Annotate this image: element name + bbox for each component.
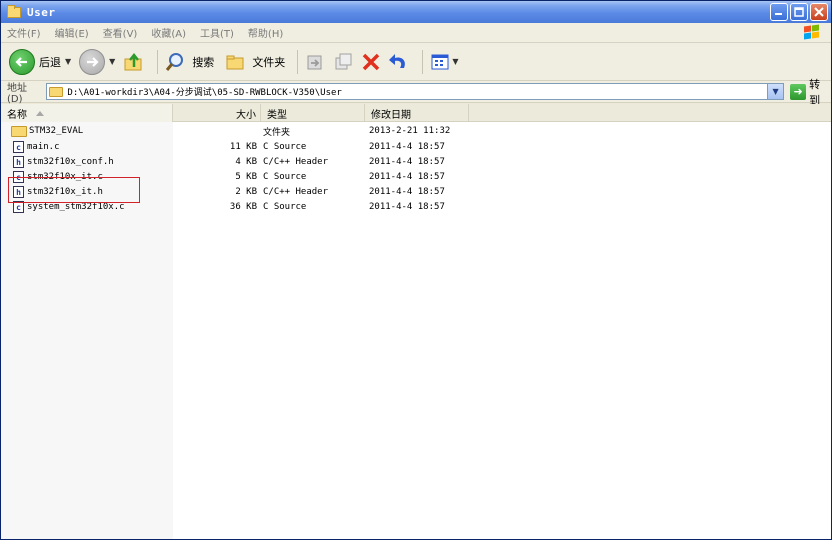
up-folder-icon [124,52,142,70]
back-label[interactable]: 后退 [39,54,61,70]
forward-dropdown-icon[interactable]: ▼ [109,57,115,66]
address-label: 地址(D) [7,82,27,105]
file-modified: 2011-4-4 18:57 [369,172,445,182]
list-item[interactable]: c main.c 11 KB C Source 2011-4-4 18:57 [1,139,831,155]
file-type: C Source [263,202,307,212]
sort-ascending-icon [36,111,44,116]
address-input[interactable]: D:\A01-workdir3\A04-分步调试\05-SD-RWBLOCK-V… [46,83,785,100]
column-header-row: 名称 大小 类型 修改日期 [1,104,831,122]
column-name-label: 名称 [7,109,27,121]
delete-icon [363,53,380,70]
forward-button[interactable] [79,48,106,75]
minimize-button[interactable] [770,3,788,21]
file-size: 2 KB [235,187,257,197]
file-name: stm32f10x_conf.h [27,157,114,167]
toolbar-separator [297,49,299,74]
file-type: C/C++ Header [263,157,329,167]
back-button[interactable] [9,48,35,75]
delete-button[interactable] [360,51,382,73]
move-to-icon [307,55,322,69]
views-button[interactable] [429,51,451,73]
toolbar: 后退 ▼ ▼ 搜索 文件夹 ▼ [1,43,831,81]
file-modified: 2011-4-4 18:57 [369,187,445,197]
folders-icon [226,55,244,69]
menu-edit[interactable]: 编辑(E) [55,25,89,40]
search-icon [166,52,184,71]
close-button[interactable] [810,3,828,21]
file-modified: 2011-4-4 18:57 [369,142,445,152]
file-modified: 2011-4-4 18:57 [369,202,445,212]
header-file-icon: h [13,156,24,168]
file-modified: 2013-2-21 11:32 [369,126,451,136]
file-type: C Source [263,142,307,152]
c-source-file-icon: c [13,141,24,153]
highlight-annotation-box [8,177,140,203]
go-button[interactable]: ➜ 转到 [790,76,831,108]
column-header-size[interactable]: 大小 [173,104,261,122]
column-modified-label: 修改日期 [371,109,411,121]
menu-bar: 文件(F) 编辑(E) 查看(V) 收藏(A) 工具(T) 帮助(H) [1,23,831,43]
forward-arrow-icon [87,56,99,67]
file-type: 文件夹 [263,127,291,138]
folders-button[interactable]: 文件夹 [252,54,285,70]
up-folder-button[interactable] [123,51,145,73]
folder-icon [7,4,21,18]
minimize-icon [775,13,782,15]
search-button[interactable]: 搜索 [192,54,214,70]
file-name: system_stm32f10x.c [27,202,125,212]
undo-icon [389,53,406,68]
file-size: 5 KB [235,172,257,182]
menu-favorites[interactable]: 收藏(A) [151,25,186,40]
address-bar: 地址(D) D:\A01-workdir3\A04-分步调试\05-SD-RWB… [1,78,831,107]
go-label[interactable]: 转到 [809,76,831,108]
title-bar[interactable]: User [1,1,831,23]
address-path[interactable]: D:\A01-workdir3\A04-分步调试\05-SD-RWBLOCK-V… [67,85,341,98]
back-dropdown-icon[interactable]: ▼ [65,57,71,66]
move-to-button[interactable] [304,51,326,73]
copy-to-icon [335,53,352,69]
file-name: main.c [27,142,60,152]
views-icon [431,54,449,69]
maximize-button[interactable] [790,3,808,21]
menu-help[interactable]: 帮助(H) [248,25,283,40]
list-item[interactable]: h stm32f10x_conf.h 4 KB C/C++ Header 201… [1,154,831,170]
list-item[interactable]: STM32_EVAL 文件夹 2013-2-21 11:32 [1,123,831,139]
address-dropdown-button[interactable]: ▼ [767,84,784,99]
views-dropdown-icon[interactable]: ▼ [452,57,458,66]
menu-file[interactable]: 文件(F) [7,25,41,40]
file-size: 4 KB [235,157,257,167]
window-title: User [27,5,56,19]
column-header-name[interactable]: 名称 [1,104,173,122]
explorer-window: User 文件(F) 编辑(E) 查看(V) 收藏(A) 工具(T) 帮助(H) [0,0,832,540]
column-size-label: 大小 [236,109,256,121]
folder-icon [11,125,27,137]
menu-view[interactable]: 查看(V) [103,25,138,40]
undo-button[interactable] [388,51,410,73]
toolbar-separator [157,49,159,74]
file-name: STM32_EVAL [29,126,84,136]
file-type: C/C++ Header [263,187,329,197]
folder-icon [49,86,64,97]
file-type: C Source [263,172,307,182]
toolbar-separator [422,49,424,74]
folders-button-icon-wrap[interactable] [224,51,246,73]
maximize-icon [794,7,804,17]
file-modified: 2011-4-4 18:57 [369,157,445,167]
search-button-icon-wrap[interactable] [164,51,186,73]
file-size: 11 KB [229,142,257,152]
go-arrow-icon: ➜ [790,83,807,100]
copy-to-button[interactable] [332,51,354,73]
menu-tools[interactable]: 工具(T) [200,25,234,40]
column-header-modified[interactable]: 修改日期 [365,104,469,122]
column-header-type[interactable]: 类型 [261,104,365,122]
windows-logo-icon [803,24,821,41]
close-icon [814,7,824,17]
back-arrow-icon [15,56,27,67]
column-type-label: 类型 [267,109,287,121]
file-size: 36 KB [229,202,257,212]
